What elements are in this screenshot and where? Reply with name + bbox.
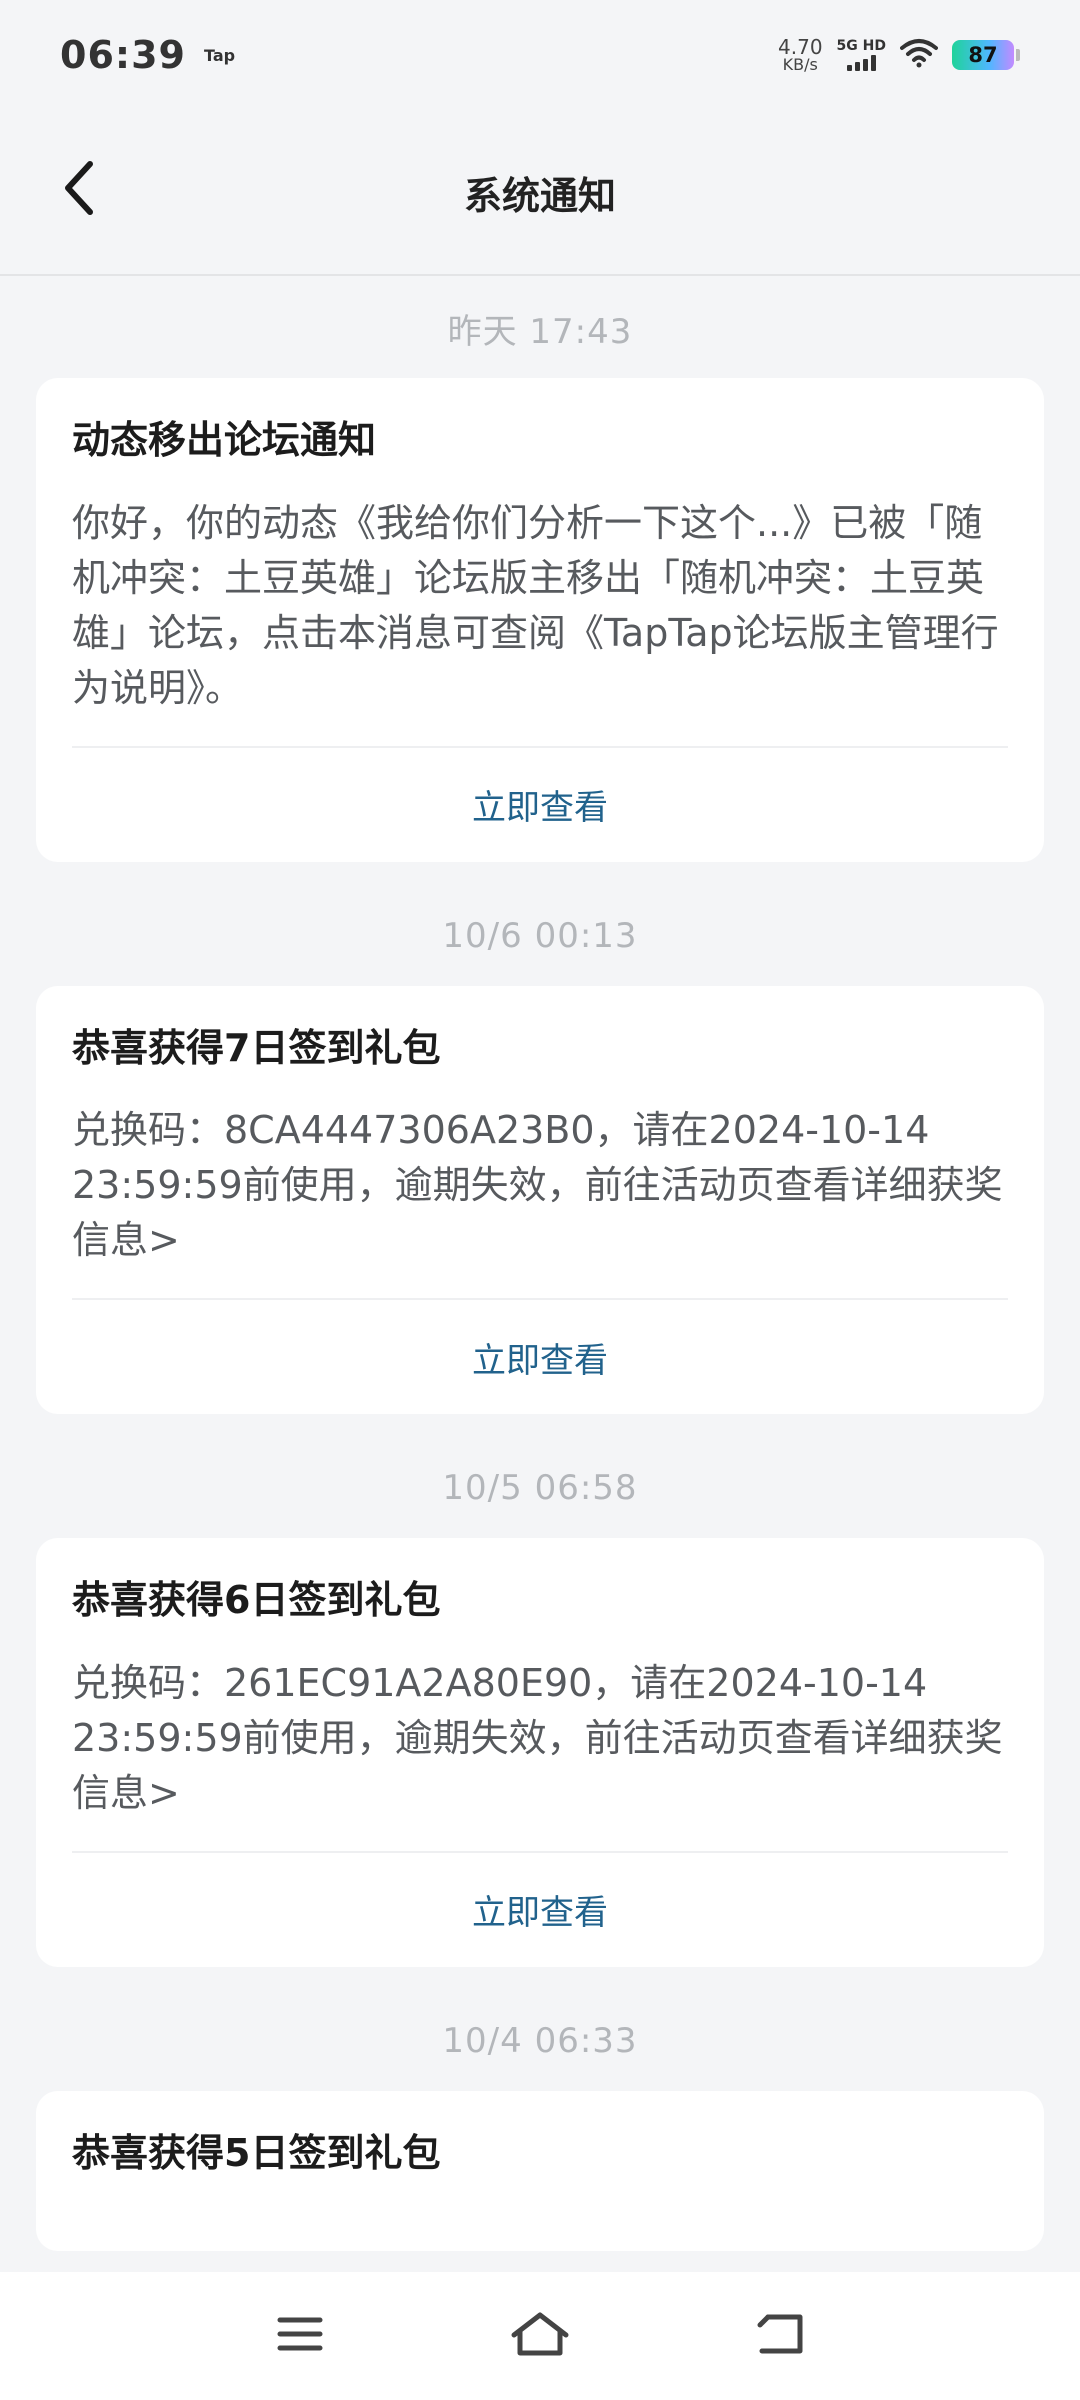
menu-button[interactable] [260, 2296, 340, 2376]
status-bar: 06:39 Tap 4.70 KB/s 5G HD 87 [0, 0, 1080, 110]
cellular-signal-icon: 5G HD [837, 39, 886, 71]
net-speed: 4.70 KB/s [778, 37, 823, 73]
battery-level: 87 [952, 40, 1014, 70]
view-now-link[interactable]: 立即查看 [72, 1853, 1008, 1967]
notification-body: 兑换码：8CA4447306A23B0，请在2024-10-14 23:59:5… [72, 1108, 1003, 1263]
notification-card[interactable]: 恭喜获得7日签到礼包 兑换码：8CA4447306A23B0，请在2024-10… [36, 985, 1044, 1415]
notification-title: 恭喜获得5日签到礼包 [72, 2130, 441, 2175]
screen: 06:39 Tap 4.70 KB/s 5G HD 87 系统通知 昨天 17:… [0, 0, 1080, 2400]
net-speed-value: 4.70 [778, 35, 823, 59]
back-button[interactable] [40, 150, 120, 230]
notification-body: 兑换码：261EC91A2A80E90，请在2024-10-14 23:59:5… [72, 1660, 1003, 1815]
battery-icon: 87 [952, 40, 1020, 70]
timestamp-label: 昨天 17:43 [447, 311, 633, 352]
view-now-link[interactable]: 立即查看 [72, 748, 1008, 862]
timestamp-label: 10/5 06:58 [442, 1468, 638, 1509]
system-nav-bar [0, 2272, 1080, 2400]
menu-icon [276, 2314, 324, 2358]
notification-body: 你好，你的动态《我给你们分析一下这个...》已被「随机冲突：土豆英雄」论坛版主移… [72, 500, 999, 710]
back-arrow-icon [60, 160, 100, 220]
status-right: 4.70 KB/s 5G HD 87 [778, 37, 1020, 73]
signal-label: 5G HD [836, 38, 886, 54]
home-button[interactable] [500, 2296, 580, 2376]
return-icon [754, 2311, 806, 2361]
notification-card[interactable]: 动态移出论坛通知 你好，你的动态《我给你们分析一下这个...》已被「随机冲突：土… [36, 378, 1044, 862]
notification-title: 恭喜获得6日签到礼包 [72, 1578, 441, 1623]
tap-app-icon: Tap [203, 45, 236, 65]
page-title: 系统通知 [463, 173, 616, 218]
net-speed-unit: KB/s [782, 55, 818, 74]
return-button[interactable] [740, 2296, 820, 2376]
view-now-link[interactable]: 立即查看 [72, 1300, 1008, 1414]
timestamp-label: 10/6 00:13 [442, 915, 638, 956]
notification-title: 动态移出论坛通知 [72, 418, 377, 462]
notification-card[interactable]: 恭喜获得5日签到礼包 [36, 2090, 1044, 2251]
clock: 06:39 [60, 33, 186, 77]
notification-title: 恭喜获得7日签到礼包 [72, 1025, 441, 1070]
notification-card[interactable]: 恭喜获得6日签到礼包 兑换码：261EC91A2A80E90，请在2024-10… [36, 1538, 1044, 1967]
timestamp-label: 10/4 06:33 [442, 2020, 638, 2061]
status-left: 06:39 Tap [60, 33, 235, 77]
header: 系统通知 [0, 110, 1080, 276]
notification-feed[interactable]: 昨天 17:43 动态移出论坛通知 你好，你的动态《我给你们分析一下这个...》… [0, 278, 1080, 2251]
home-icon [510, 2311, 570, 2361]
wifi-icon [900, 38, 938, 72]
